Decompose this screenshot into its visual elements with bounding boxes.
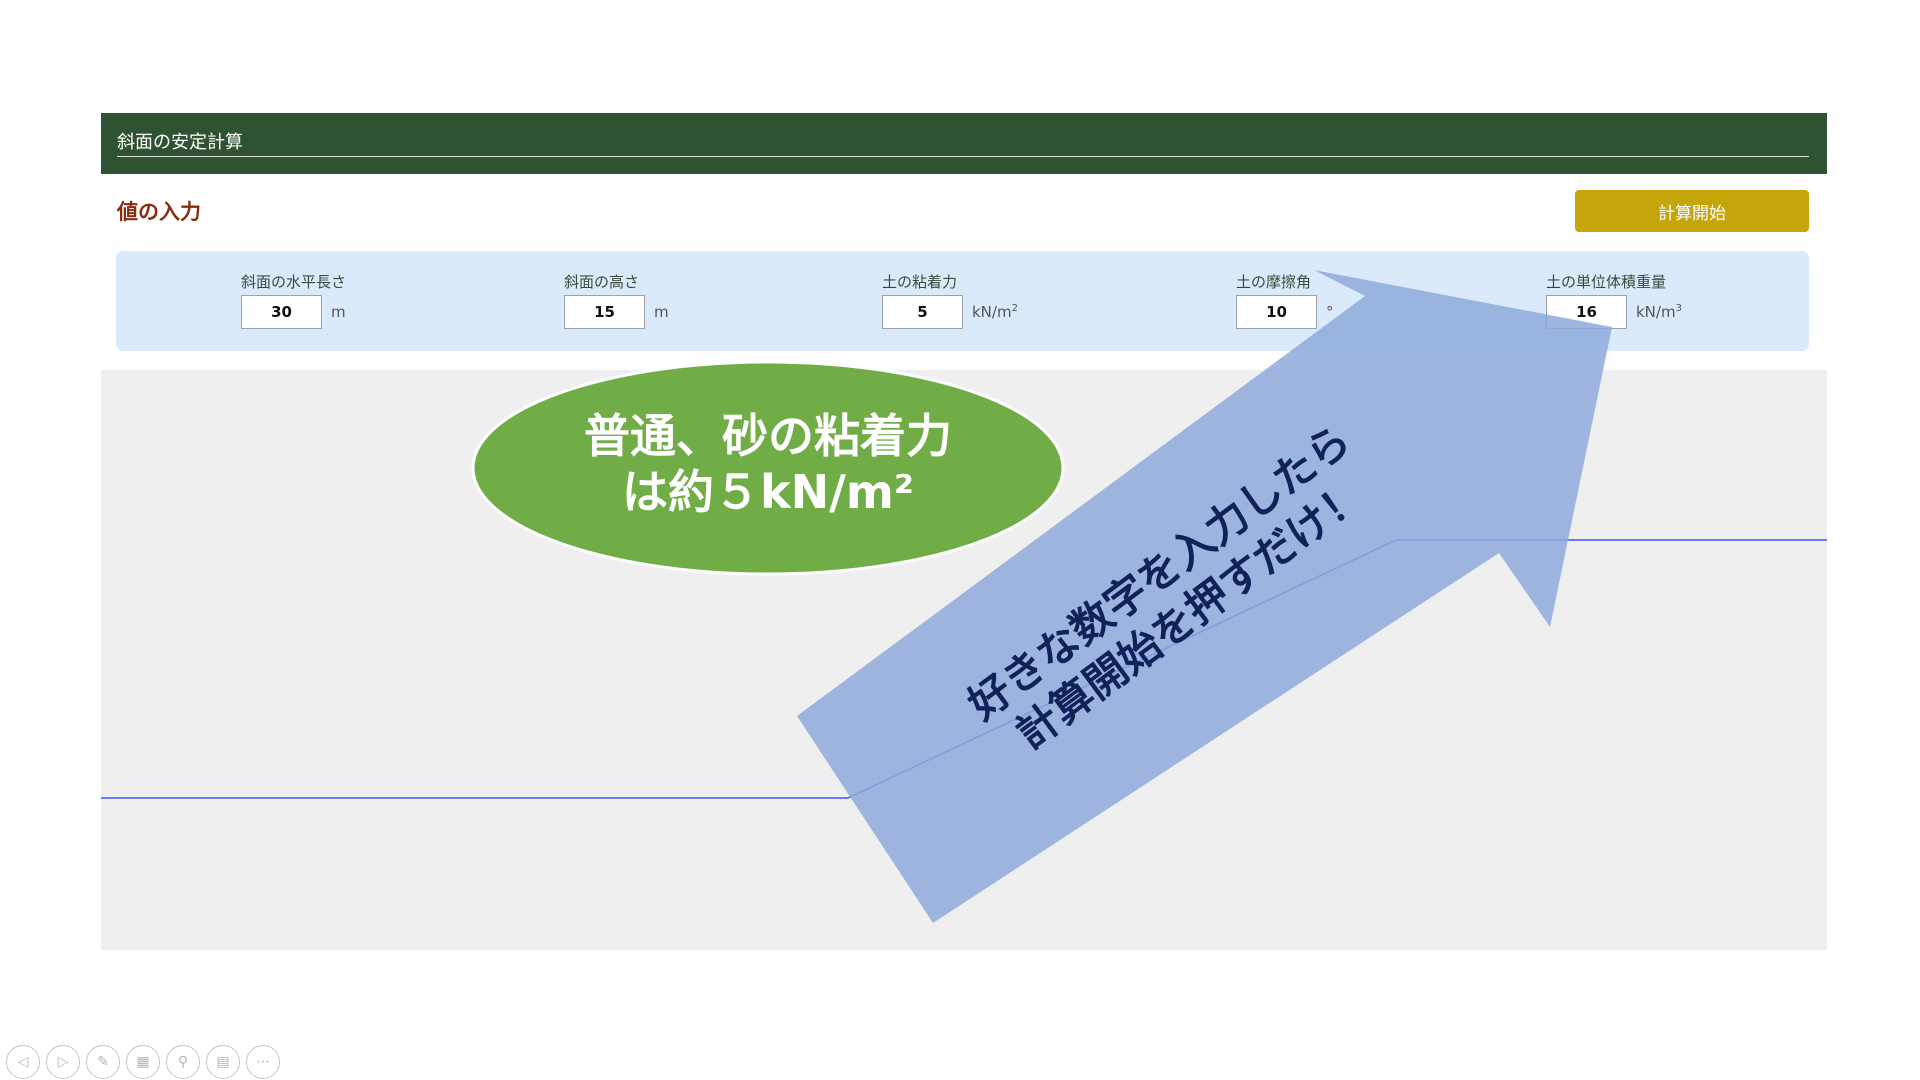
presentation-slide: 斜面の安定計算 値の入力 計算開始 斜面の水平長さ m 斜面の高さ m 土の粘着… xyxy=(0,0,1920,1080)
pen-icon[interactable]: ✎ xyxy=(86,1045,120,1079)
zoom-icon[interactable]: ⚲ xyxy=(166,1045,200,1079)
presenter-toolbar: ◁ ▷ ✎ ▦ ⚲ ▤ ⋯ xyxy=(6,1045,280,1079)
more-icon[interactable]: ⋯ xyxy=(246,1045,280,1079)
callout-oval-line2: は約５kN/m² xyxy=(622,465,914,519)
next-icon[interactable]: ▷ xyxy=(46,1045,80,1079)
annotation-overlay: 普通、砂の粘着力 は約５kN/m² 好きな数字を入力したら 計算開始を押すだけ！ xyxy=(101,270,1827,923)
slides-grid-icon[interactable]: ▦ xyxy=(126,1045,160,1079)
subtitles-icon[interactable]: ▤ xyxy=(206,1045,240,1079)
callout-oval-line1: 普通、砂の粘着力 xyxy=(584,409,952,463)
previous-icon[interactable]: ◁ xyxy=(6,1045,40,1079)
